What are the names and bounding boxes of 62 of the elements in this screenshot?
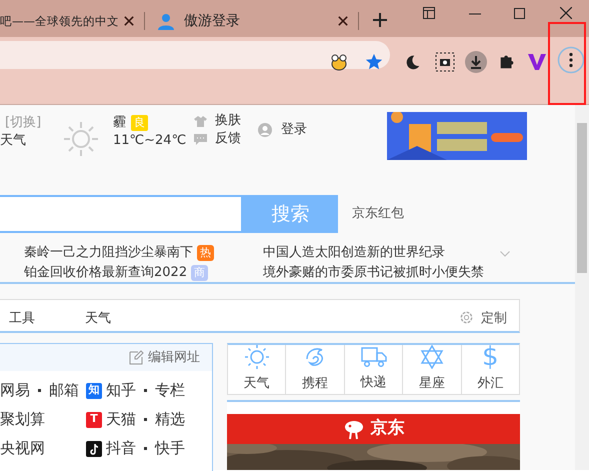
weather-condition: 霾	[113, 114, 126, 132]
minimize-icon[interactable]	[469, 13, 481, 15]
site-logo: T	[86, 412, 102, 428]
comment-icon	[194, 134, 207, 145]
site-link[interactable]: 网易	[0, 379, 30, 402]
weather-link[interactable]: 天气	[0, 131, 26, 150]
news-tag: 商	[191, 264, 208, 281]
edit-icon	[129, 350, 144, 365]
login-link[interactable]: 登录	[281, 120, 307, 140]
customize-link[interactable]: 定制	[481, 309, 507, 328]
news-link[interactable]: 铂金回收价格最新查询2022	[24, 263, 188, 282]
air-quality-badge: 良	[131, 114, 148, 131]
site-link[interactable]: 聚划算	[0, 408, 45, 431]
maximize-icon[interactable]	[514, 8, 525, 19]
close-icon[interactable]	[337, 15, 349, 27]
extension-icon[interactable]	[528, 53, 546, 70]
new-tab-icon[interactable]	[373, 13, 387, 27]
moon-icon[interactable]	[404, 54, 421, 71]
scrollbar[interactable]	[575, 105, 589, 470]
screenshot-icon[interactable]	[435, 52, 455, 72]
site-link[interactable]: 快手	[155, 437, 185, 460]
news-link[interactable]: 中国人造太阳创造新的世界纪录	[263, 243, 445, 262]
nav-tab[interactable]: 工具	[9, 309, 35, 328]
news-link[interactable]: 秦岭一己之力阻挡沙尘暴南下	[24, 243, 193, 262]
truck-icon	[360, 346, 387, 368]
close-icon[interactable]	[123, 15, 135, 27]
close-icon[interactable]	[560, 7, 572, 19]
user-icon	[158, 13, 174, 30]
settings-icon	[459, 310, 474, 325]
news-link[interactable]: 境外豪赌的市委原书记被抓时小便失禁	[263, 263, 484, 282]
header-link[interactable]: 反馈	[215, 129, 241, 148]
site-link[interactable]: 抖音	[106, 437, 136, 460]
site-link[interactable]: 专栏	[155, 379, 185, 402]
dog-mascot-icon	[342, 418, 364, 440]
shirt-icon	[194, 116, 207, 127]
site-link[interactable]: 精选	[155, 408, 185, 431]
nav-tab[interactable]: 天气	[85, 309, 111, 328]
browser-tab[interactable]: 傲游登录	[158, 6, 318, 37]
temperature-text: 11℃~24℃	[113, 132, 186, 150]
site-link[interactable]: 邮箱	[49, 379, 79, 402]
search-field[interactable]	[0, 195, 243, 233]
star-icon[interactable]	[365, 53, 383, 71]
browser-tab[interactable]: 吧——全球领先的中文	[0, 6, 120, 37]
site-link[interactable]: 知乎	[106, 379, 136, 402]
download-icon[interactable]	[465, 51, 487, 73]
brand-logo-text: 京东	[370, 417, 404, 440]
dollar-icon: $	[482, 345, 499, 372]
sun-icon	[63, 121, 99, 157]
star-of-david-icon	[420, 345, 444, 370]
edit-sites-link[interactable]: 编辑网址	[148, 348, 200, 368]
tab-title: 傲游登录	[184, 12, 240, 31]
layout-icon[interactable]	[423, 7, 435, 19]
site-link[interactable]: 天猫	[106, 408, 136, 431]
tab-title: 吧——全球领先的中文	[0, 12, 119, 30]
sun-icon	[244, 345, 269, 370]
news-tag: 热	[197, 244, 214, 261]
user-icon	[258, 123, 272, 137]
site-logo: 知	[86, 382, 102, 398]
menu-icon[interactable]	[557, 46, 585, 74]
header-link[interactable]: 换肤	[215, 111, 241, 130]
site-link[interactable]: 央视网	[0, 437, 45, 460]
hot-search-link[interactable]: 京东红包	[352, 204, 404, 224]
